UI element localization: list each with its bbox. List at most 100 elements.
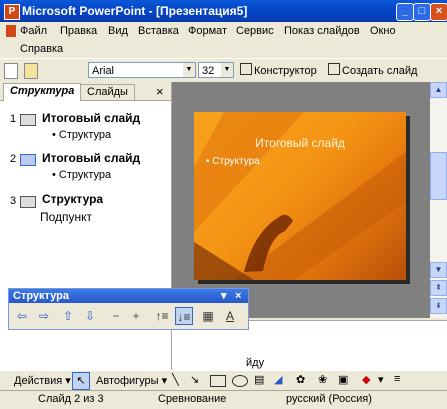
menu-bar: Файл Правка Вид Вставка Формат Сервис По… <box>0 22 447 58</box>
menu-view[interactable]: Вид <box>106 23 130 39</box>
arrow-icon[interactable]: ↘ <box>190 373 199 386</box>
slide-icon[interactable] <box>20 154 36 166</box>
line-style-icon[interactable]: ≡ <box>394 373 400 385</box>
show-formatting-icon[interactable]: A <box>221 307 239 325</box>
collapse-all-icon[interactable]: ↑≡ <box>153 307 171 325</box>
line-icon[interactable]: ╲ <box>172 373 179 386</box>
close-icon[interactable]: × <box>156 84 164 99</box>
menu-slideshow[interactable]: Показ слайдов <box>282 23 362 39</box>
tab-slides[interactable]: Слайды <box>80 84 135 100</box>
slide-canvas[interactable]: Итоговый слайд • Структура <box>194 112 406 280</box>
actions-menu[interactable]: Действия ▾ <box>14 374 71 387</box>
expand-icon[interactable]: + <box>127 307 145 325</box>
font-name-field[interactable]: Arial ▼ <box>88 62 196 78</box>
chevron-down-icon[interactable]: ▾ <box>221 289 227 303</box>
autoshapes-label: Автофигуры <box>96 375 159 387</box>
summary-slide-icon[interactable]: ▦ <box>199 307 217 325</box>
collapse-icon[interactable]: − <box>107 307 125 325</box>
clipart-icon[interactable]: ❀ <box>318 373 327 386</box>
list-item[interactable]: Подпункт <box>40 210 92 224</box>
maximize-button[interactable]: □ <box>413 3 431 21</box>
slide-number: 2 <box>10 153 17 165</box>
outline-toolbar-header[interactable]: Структура ▾ × <box>9 289 248 303</box>
designer-label: Конструктор <box>254 65 317 77</box>
new-slide-button[interactable]: Создать слайд <box>328 62 417 80</box>
next-slide-icon[interactable]: ⇟ <box>430 298 447 314</box>
designer-icon <box>240 63 252 75</box>
slide-icon[interactable] <box>20 196 36 208</box>
slide-title-text[interactable]: Итоговый слайд <box>194 136 406 150</box>
slide-title[interactable]: Итоговый слайд <box>42 111 140 125</box>
autoshapes-menu[interactable]: Автофигуры ▾ <box>96 374 167 387</box>
slide-bullet-value: Структура <box>212 156 260 167</box>
slide-icon[interactable] <box>20 114 36 126</box>
bullet-text: Структура <box>58 169 112 181</box>
drawing-toolbar: Действия ▾ ↖ Автофигуры ▾ ╲ ↘ ▤ ◢ ✿ ❀ ▣ … <box>0 370 447 391</box>
close-icon[interactable]: × <box>235 289 241 303</box>
menu-format[interactable]: Формат <box>186 23 229 39</box>
prev-slide-icon[interactable]: ⇞ <box>430 280 447 296</box>
list-item[interactable]: • Структура <box>52 129 111 141</box>
oval-icon[interactable] <box>232 375 248 387</box>
status-bar: Слайд 2 из 3 Сревнование русский (Россия… <box>0 390 447 409</box>
actions-label: Действия <box>14 375 63 387</box>
scroll-thumb[interactable] <box>430 152 447 200</box>
font-size-field[interactable]: 32 ▼ <box>198 62 234 78</box>
chevron-down-icon[interactable]: ▾ <box>378 373 384 386</box>
document-menu-icon[interactable] <box>6 25 16 37</box>
menu-help[interactable]: Справка <box>18 41 65 57</box>
diagram-icon[interactable]: ✿ <box>296 373 305 386</box>
rectangle-icon[interactable] <box>210 375 226 387</box>
move-down-icon[interactable]: ⇩ <box>81 307 99 325</box>
menu-window[interactable]: Окно <box>368 23 398 39</box>
new-document-icon[interactable] <box>4 63 18 79</box>
scroll-up-icon[interactable]: ▲ <box>430 82 447 98</box>
slide-number: 3 <box>10 195 17 207</box>
bullet-text: Структура <box>58 129 112 141</box>
chevron-down-icon[interactable]: ▼ <box>183 63 195 77</box>
notes-text: йду <box>246 357 265 369</box>
paste-icon[interactable] <box>24 63 38 79</box>
chevron-down-icon[interactable]: ▼ <box>221 63 233 77</box>
tab-outline[interactable]: Структура <box>3 83 82 101</box>
slide-bullet-text[interactable]: • Структура <box>206 156 260 167</box>
select-arrow-icon[interactable]: ↖ <box>72 372 90 390</box>
outline-floating-toolbar: Структура ▾ × ⇦ ⇨ ⇧ ⇩ − + ↑≡ ↓≡ ▦ A <box>8 288 249 330</box>
slide-title[interactable]: Итоговый слайд <box>42 151 140 165</box>
wordart-icon[interactable]: ◢ <box>274 373 282 386</box>
bullet-text: Подпункт <box>40 210 93 224</box>
textbox-icon[interactable]: ▤ <box>254 373 264 386</box>
fill-color-icon[interactable]: ◆ <box>362 373 370 386</box>
menu-edit[interactable]: Правка <box>58 23 99 39</box>
status-design-name: Сревнование <box>158 393 227 405</box>
minimize-button[interactable]: _ <box>396 3 414 21</box>
powerpoint-app-icon[interactable]: P <box>4 4 20 20</box>
slide-number: 1 <box>10 113 17 125</box>
formatting-toolbar: Arial ▼ 32 ▼ Конструктор Создать слайд <box>0 58 447 84</box>
menu-file[interactable]: Файл <box>18 23 49 39</box>
scroll-down-icon[interactable]: ▼ <box>430 262 447 278</box>
promote-icon[interactable]: ⇦ <box>13 307 31 325</box>
outline-toolbar-title: Структура <box>13 290 69 302</box>
list-item[interactable]: • Структура <box>52 169 111 181</box>
status-slide-info: Слайд 2 из 3 <box>38 393 104 405</box>
vertical-scrollbar[interactable]: ▲ ▼ ⇞ ⇟ <box>430 82 447 318</box>
new-slide-label: Создать слайд <box>342 65 418 77</box>
picture-icon[interactable]: ▣ <box>338 373 348 386</box>
slide-title[interactable]: Структура <box>42 192 103 206</box>
designer-button[interactable]: Конструктор <box>240 62 317 80</box>
expand-all-icon[interactable]: ↓≡ <box>175 307 193 325</box>
window-title: Microsoft PowerPoint - [Презентация5] <box>22 4 248 18</box>
font-size-value: 32 <box>202 65 215 77</box>
title-bar: P Microsoft PowerPoint - [Презентация5] … <box>0 0 447 22</box>
font-name-value: Arial <box>92 65 115 77</box>
outline-pane: Структура Слайды × 1 Итоговый слайд • Ст… <box>0 82 172 394</box>
move-up-icon[interactable]: ⇧ <box>59 307 77 325</box>
slide-editing-area[interactable]: Итоговый слайд • Структура <box>172 82 430 318</box>
status-language: русский (Россия) <box>286 393 372 405</box>
demote-icon[interactable]: ⇨ <box>35 307 53 325</box>
menu-insert[interactable]: Вставка <box>136 23 181 39</box>
new-slide-icon <box>328 63 340 75</box>
close-button[interactable]: × <box>430 3 447 21</box>
menu-tools[interactable]: Сервис <box>234 23 276 39</box>
